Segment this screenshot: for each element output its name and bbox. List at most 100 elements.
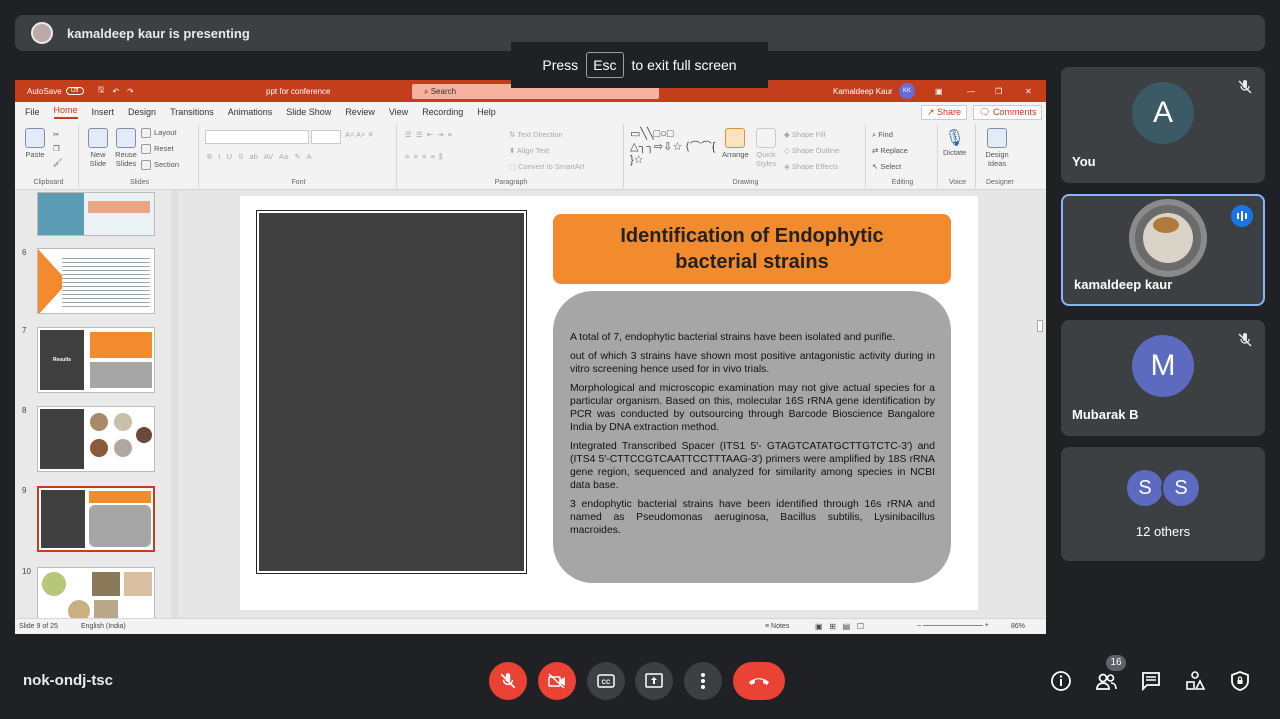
text-direction-button[interactable]: ⇅ Text Direction — [509, 130, 563, 139]
zoom-level[interactable]: 86% — [1011, 623, 1025, 630]
format-painter-icon[interactable]: 🖌 — [53, 158, 63, 167]
document-title[interactable]: ppt for conference — [266, 87, 330, 96]
captions-button[interactable]: CC — [587, 662, 625, 700]
slide-body-box[interactable]: A total of 7, endophytic bacterial strai… — [553, 291, 951, 583]
convert-smartart-label: Convert to SmartArt — [518, 162, 585, 171]
avatar: S — [1161, 468, 1201, 508]
more-options-button[interactable] — [684, 662, 722, 700]
find-button[interactable]: ⌕ Find — [872, 130, 893, 140]
align-text-button[interactable]: ⬍ Align Text — [509, 146, 549, 155]
arrange-button[interactable]: Arrange — [722, 128, 749, 159]
participant-tile-others[interactable]: S S 12 others — [1061, 447, 1265, 561]
leave-call-button[interactable] — [733, 662, 785, 700]
account-avatar[interactable]: KK — [899, 83, 915, 99]
people-icon[interactable] — [1095, 670, 1117, 692]
shape-effects-label: Shape Effects — [791, 162, 839, 171]
thumbnail-pane: 6 7 Results 8 9 10 — [15, 190, 182, 618]
participant-tile-you[interactable]: A You — [1061, 67, 1265, 183]
section-button[interactable]: Section — [141, 160, 180, 171]
slide-title-box[interactable]: Identification of Endophytic bacterial s… — [553, 214, 951, 284]
list-buttons[interactable]: ☰ ☰ ⇤ ⇥ ≡ — [405, 130, 452, 139]
microphone-toggle-button[interactable] — [489, 662, 527, 700]
participant-tile-mubarak[interactable]: M Mubarak B — [1061, 320, 1265, 436]
meeting-info-icon[interactable] — [1050, 670, 1072, 692]
copy-icon[interactable]: ❐ — [53, 144, 60, 153]
shape-fill-button[interactable]: ◆ Shape Fill — [784, 130, 825, 139]
zoom-slider[interactable]: – + — [917, 622, 989, 629]
activities-icon[interactable] — [1184, 670, 1206, 692]
close-icon[interactable]: ✕ — [1025, 87, 1032, 96]
ribbon: Paste ✂ ❐ 🖌 Clipboard New Slide Reuse Sl… — [15, 122, 1046, 190]
replace-button[interactable]: ⇄ Replace — [872, 146, 908, 155]
tab-insert[interactable]: Insert — [92, 107, 115, 117]
account-name[interactable]: Kamaldeep Kaur — [833, 87, 893, 96]
tab-recording[interactable]: Recording — [422, 107, 463, 117]
tab-review[interactable]: Review — [345, 107, 375, 117]
ribbon-display-icon[interactable]: ▣ — [935, 87, 943, 96]
font-name-select[interactable] — [205, 130, 309, 144]
share-button[interactable]: ↗ Share — [921, 105, 968, 120]
slide-number: 7 — [22, 326, 27, 335]
shapes-gallery[interactable]: ▭╲╲□○□ △┐┐⇨⇩☆ ⟨⌒⌒{ }☆ — [630, 128, 716, 167]
tab-view[interactable]: View — [389, 107, 408, 117]
slide[interactable]: Identification of Endophytic bacterial s… — [240, 196, 978, 610]
undo-icon[interactable]: ↶ — [112, 87, 119, 96]
slide-thumbnail-8[interactable] — [37, 406, 155, 472]
paste-button[interactable]: Paste — [25, 128, 45, 159]
font-style-buttons[interactable]: B I U S ab AV Aa ✎ A — [207, 152, 312, 161]
chat-icon[interactable] — [1140, 670, 1162, 692]
shape-outline-button[interactable]: ◇ Shape Outline — [784, 146, 839, 155]
section-label: Section — [154, 160, 180, 169]
body-paragraph: Integrated Transcribed Spacer (ITS1 5′- … — [570, 441, 935, 491]
slide-indicator: Slide 9 of 25 — [19, 623, 58, 630]
slide-thumbnail-7[interactable]: Results — [37, 327, 155, 393]
reuse-slides-button[interactable]: Reuse Slides — [113, 128, 139, 168]
reset-button[interactable]: Reset — [141, 144, 174, 155]
tab-animations[interactable]: Animations — [228, 107, 273, 117]
notes-button[interactable]: ≡ Notes — [765, 623, 789, 630]
participant-tile-kamaldeep[interactable]: kamaldeep kaur — [1061, 194, 1265, 306]
slide-thumbnail-6[interactable] — [37, 248, 155, 314]
new-slide-button[interactable]: New Slide — [85, 128, 111, 168]
cut-icon[interactable]: ✂ — [53, 130, 59, 139]
tab-file[interactable]: File — [25, 107, 40, 117]
font-size-select[interactable] — [311, 130, 341, 144]
notes-label: Notes — [771, 623, 790, 630]
comments-button[interactable]: 🗨 Comments — [973, 105, 1043, 120]
present-button[interactable] — [635, 662, 673, 700]
section-icon — [141, 160, 151, 171]
tab-help[interactable]: Help — [477, 107, 496, 117]
tab-slide-show[interactable]: Slide Show — [286, 107, 331, 117]
text-direction-label: Text Direction — [517, 130, 563, 139]
dictate-button[interactable]: 🎙 Dictate — [943, 128, 966, 157]
paragraph-label: Paragraph — [494, 179, 528, 186]
slide-thumbnail-5[interactable] — [37, 192, 155, 236]
convert-smartart-button[interactable]: ⬚ Convert to SmartArt — [509, 162, 584, 171]
drawing-label: Drawing — [732, 179, 759, 186]
tab-design[interactable]: Design — [128, 107, 156, 117]
tab-transitions[interactable]: Transitions — [170, 107, 214, 117]
font-size-buttons[interactable]: A˄ A˅ ✕ — [345, 130, 374, 139]
design-ideas-button[interactable]: Design Ideas — [982, 128, 1012, 168]
view-buttons[interactable]: ▣ ⊞ ▤ ☐ — [815, 622, 864, 631]
slide-thumbnail-9-selected[interactable] — [37, 486, 155, 552]
redo-icon[interactable]: ↷ — [127, 87, 134, 96]
align-buttons[interactable]: ≡ ≡ ≡ ≡ ⫼ — [405, 152, 443, 162]
canvas-scrollbar[interactable] — [1033, 190, 1046, 618]
thumbnail-scrollbar[interactable] — [171, 190, 179, 618]
minimize-icon[interactable]: — — [967, 87, 975, 96]
camera-toggle-button[interactable] — [538, 662, 576, 700]
slide-thumbnail-10[interactable] — [37, 567, 155, 618]
host-controls-icon[interactable] — [1229, 670, 1251, 692]
slide-number: 9 — [22, 486, 27, 495]
layout-button[interactable]: Layout — [141, 128, 177, 139]
save-icon[interactable]: 🖫 — [98, 84, 105, 98]
autosave-toggle[interactable]: Off — [65, 87, 84, 95]
language-indicator[interactable]: English (India) — [81, 623, 126, 630]
tab-home[interactable]: Home — [53, 105, 78, 119]
shape-effects-button[interactable]: ◈ Shape Effects — [784, 162, 838, 171]
restore-icon[interactable]: ❐ — [995, 87, 1002, 96]
select-button[interactable]: ↖ Select — [872, 162, 901, 171]
body-paragraph: out of which 3 strains have shown most p… — [570, 351, 935, 375]
quick-styles-button[interactable]: Quick Styles — [754, 128, 778, 168]
